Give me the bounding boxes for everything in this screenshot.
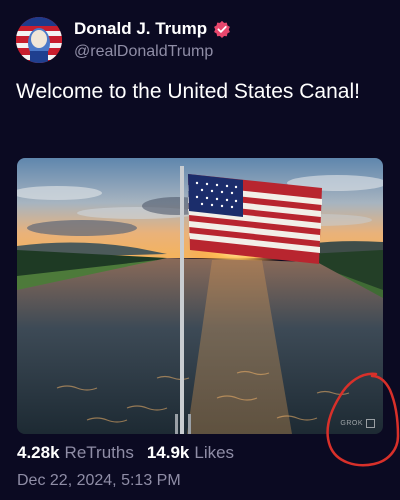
author-handle[interactable]: @realDonaldTrump (74, 43, 231, 61)
retruths-count: 4.28k (17, 443, 60, 462)
author-names: Donald J. Trump @realDonaldTrump (74, 19, 231, 61)
avatar[interactable] (16, 17, 62, 63)
retruths-stat[interactable]: 4.28k ReTruths (17, 443, 134, 463)
post-timestamp: Dec 22, 2024, 5:13 PM (17, 472, 181, 489)
post-media-image[interactable]: GROK (17, 158, 383, 434)
likes-count: 14.9k (146, 443, 190, 462)
truth-post: Donald J. Trump @realDonaldTrump Welcome… (0, 0, 400, 500)
post-stats: 4.28k ReTruths 14.9k Likes (17, 443, 234, 463)
grok-logo-icon (366, 419, 375, 428)
post-header: Donald J. Trump @realDonaldTrump (16, 14, 231, 66)
likes-stat[interactable]: 14.9k Likes (147, 443, 234, 463)
grok-watermark-text: GROK (340, 420, 363, 427)
verified-badge-icon (214, 20, 231, 38)
avatar-image (16, 17, 62, 63)
display-name[interactable]: Donald J. Trump (74, 19, 207, 39)
likes-label: Likes (194, 443, 235, 462)
retruths-label: ReTruths (64, 443, 134, 462)
name-row: Donald J. Trump (74, 19, 231, 39)
canal-flag-image (17, 158, 383, 434)
post-text: Welcome to the United States Canal! (16, 80, 360, 103)
grok-watermark: GROK (340, 419, 375, 428)
